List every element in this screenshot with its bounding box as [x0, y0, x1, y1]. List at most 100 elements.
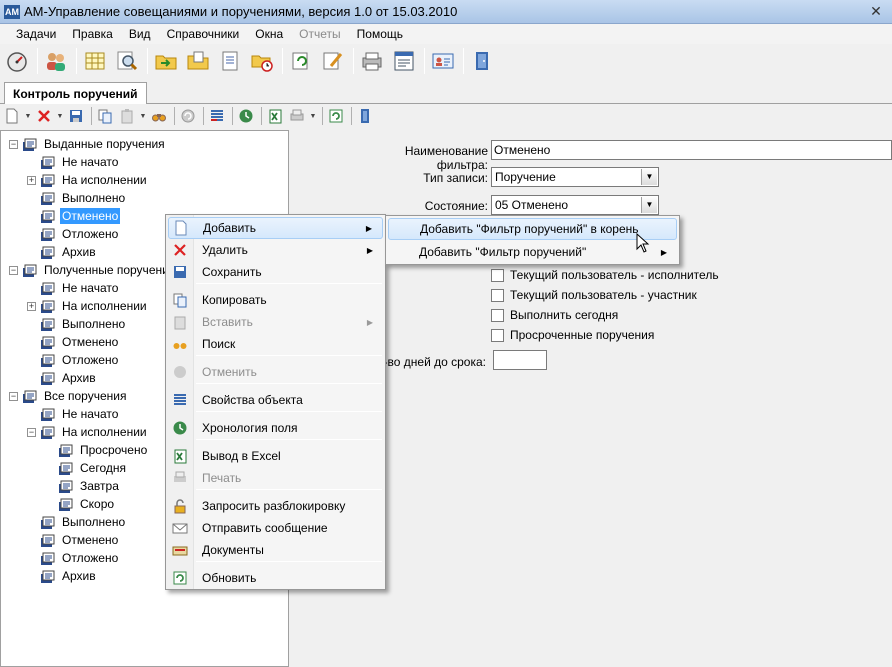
tree-node[interactable]: Отложено [27, 549, 120, 567]
submenu-add-filter-root[interactable]: Добавить "Фильтр поручений" в корень [388, 218, 677, 240]
state-select[interactable]: 05 Отменено ▼ [491, 195, 659, 215]
scheduled-folder-button[interactable] [247, 46, 277, 76]
tree-expander-icon[interactable]: + [27, 301, 36, 311]
exit-button[interactable] [467, 46, 497, 76]
checkbox-current-user-participant[interactable]: Текущий пользователь - участник [491, 288, 697, 302]
new-button[interactable] [2, 106, 22, 126]
context-menu-label: Добавить [203, 221, 257, 235]
save-toolbar-button[interactable] [66, 106, 86, 126]
tree-node[interactable]: Не начато [27, 279, 120, 297]
chevron-down-icon[interactable]: ▼ [641, 169, 657, 185]
checkbox-overdue[interactable]: Просроченные поручения [491, 328, 654, 342]
menu-tasks[interactable]: Задачи [8, 24, 64, 44]
checkbox-box[interactable] [491, 328, 504, 342]
gauge-button[interactable] [2, 46, 32, 76]
context-menu-item[interactable]: Запросить разблокировку [168, 495, 383, 517]
tree-expander-icon[interactable]: − [9, 265, 18, 275]
checkbox-box[interactable] [491, 288, 504, 302]
excel-toolbar-button[interactable] [265, 106, 285, 126]
context-menu-item[interactable]: Копировать [168, 289, 383, 311]
tree-node[interactable]: Отменено [27, 531, 120, 549]
days-to-deadline-field[interactable] [493, 350, 547, 370]
tree-node[interactable]: Отменено [27, 333, 120, 351]
context-menu-item[interactable]: Вывод в Excel [168, 445, 383, 467]
toolbar-separator [261, 107, 262, 125]
tree-node[interactable]: Завтра [45, 477, 121, 495]
tree-node[interactable]: Отложено [27, 225, 120, 243]
context-menu-item[interactable]: Отправить сообщение [168, 517, 383, 539]
table-button[interactable] [80, 46, 110, 76]
history-toolbar-button[interactable] [236, 106, 256, 126]
menu-windows[interactable]: Окна [247, 24, 291, 44]
menu-view[interactable]: Вид [121, 24, 159, 44]
tree-node[interactable]: Архив [27, 243, 98, 261]
exit-toolbar-button[interactable] [355, 106, 375, 126]
tree-node[interactable]: + На исполнении [27, 297, 149, 315]
menu-edit[interactable]: Правка [64, 24, 121, 44]
print-toolbar-button[interactable] [357, 46, 387, 76]
outgoing-folder-button[interactable] [183, 46, 213, 76]
edit-button[interactable] [318, 46, 348, 76]
report-button[interactable] [389, 46, 419, 76]
new-dropdown-icon[interactable]: ▼ [24, 113, 32, 120]
tree-node[interactable]: Выполнено [27, 189, 127, 207]
tree-node-label: Завтра [80, 479, 119, 493]
checkbox-do-today[interactable]: Выполнить сегодня [491, 308, 618, 322]
refresh-docs-button[interactable] [286, 46, 316, 76]
tree-expander-icon[interactable]: − [9, 391, 18, 401]
checkbox-box[interactable] [491, 308, 504, 322]
context-menu-item[interactable]: Удалить ▶ [168, 239, 383, 261]
context-menu-item[interactable]: Документы [168, 539, 383, 561]
contacts-button[interactable] [428, 46, 458, 76]
tree-node[interactable]: − Выданные поручения [9, 135, 167, 153]
search-button[interactable] [112, 46, 142, 76]
context-menu-item[interactable]: Свойства объекта [168, 389, 383, 411]
filter-node-icon [23, 390, 37, 403]
properties-toolbar-button[interactable] [207, 106, 227, 126]
users-button[interactable] [41, 46, 71, 76]
document-button[interactable] [215, 46, 245, 76]
tab-task-control[interactable]: Контроль поручений [4, 82, 147, 105]
tree-node[interactable]: Просрочено [45, 441, 149, 459]
tree-node[interactable]: + На исполнении [27, 171, 149, 189]
tree-expander-icon[interactable]: + [27, 175, 36, 185]
tree-expander-icon[interactable]: − [27, 427, 36, 437]
context-menu-item[interactable]: Поиск [168, 333, 383, 355]
tree-node[interactable]: Сегодня [45, 459, 128, 477]
menu-separator [196, 383, 382, 384]
incoming-folder-button[interactable] [151, 46, 181, 76]
tree-node[interactable]: − На исполнении [27, 423, 149, 441]
tree-node[interactable]: Скоро [45, 495, 116, 513]
find-toolbar-button[interactable] [149, 106, 169, 126]
checkbox-box[interactable] [491, 268, 504, 282]
chevron-down-icon[interactable]: ▼ [641, 197, 657, 213]
record-type-select[interactable]: Поручение ▼ [491, 167, 659, 187]
delete-dropdown-icon[interactable]: ▼ [56, 113, 64, 120]
submenu-add-filter[interactable]: Добавить "Фильтр поручений" ▶ [388, 241, 677, 263]
tree-node[interactable]: Архив [27, 369, 98, 387]
tree-node[interactable]: Отменено [27, 207, 121, 225]
tree-node[interactable]: − Полученные поручения [9, 261, 177, 279]
tree-node[interactable]: Выполнено [27, 513, 127, 531]
tree-node[interactable]: Не начато [27, 153, 120, 171]
tree-node[interactable]: Архив [27, 567, 98, 585]
tree-node[interactable]: Отложено [27, 351, 120, 369]
delete-button[interactable] [34, 106, 54, 126]
context-menu-item[interactable]: Хронология поля [168, 417, 383, 439]
tree-node[interactable]: Не начато [27, 405, 120, 423]
context-menu-item[interactable]: Обновить [168, 567, 383, 589]
tree-node-label: Выданные поручения [44, 137, 165, 151]
filter-name-field[interactable]: Отменено [491, 140, 892, 160]
menu-help[interactable]: Помощь [349, 24, 411, 44]
context-menu-item[interactable]: Добавить ▶ [168, 217, 383, 239]
menu-directories[interactable]: Справочники [159, 24, 248, 44]
tree-node[interactable]: Выполнено [27, 315, 127, 333]
tree-node[interactable]: − Все поручения [9, 387, 128, 405]
close-window-button[interactable]: ✕ [866, 3, 886, 19]
tree-expander-icon[interactable]: − [9, 139, 18, 149]
checkbox-current-user-executor[interactable]: Текущий пользователь - исполнитель [491, 268, 719, 282]
copy-toolbar-button[interactable] [95, 106, 115, 126]
history-icon [173, 421, 187, 435]
context-menu-item[interactable]: Сохранить [168, 261, 383, 283]
refresh-toolbar-button[interactable] [326, 106, 346, 126]
